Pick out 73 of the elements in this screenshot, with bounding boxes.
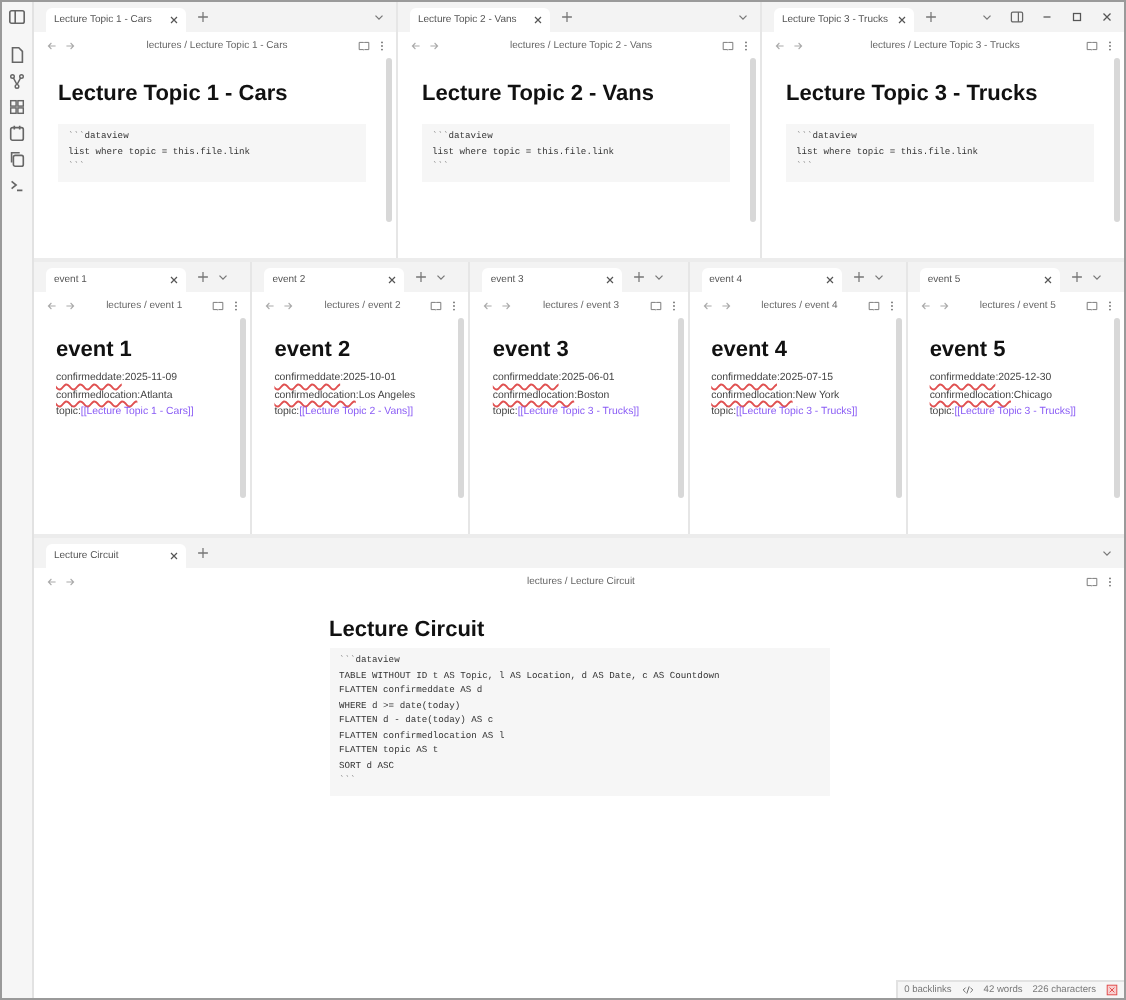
code-icon[interactable] [961, 984, 974, 996]
chevron-down-icon[interactable] [1100, 546, 1114, 560]
chevron-down-icon[interactable] [652, 270, 667, 284]
scrollbar[interactable] [750, 58, 756, 222]
close-icon[interactable] [532, 14, 544, 26]
note-title: event 1 [56, 338, 134, 362]
graph-icon[interactable] [8, 72, 26, 90]
plus-icon[interactable] [196, 270, 210, 284]
back-arrow-icon[interactable] [701, 299, 714, 311]
plus-icon[interactable] [196, 546, 210, 560]
terminal-icon[interactable] [8, 176, 26, 194]
close-icon[interactable] [1041, 274, 1054, 286]
plus-icon[interactable] [632, 270, 647, 284]
note-title: Lecture Topic 2 - Vans [422, 82, 656, 106]
copy-icon[interactable] [8, 150, 26, 168]
chevron-down-icon[interactable] [434, 270, 449, 284]
forward-arrow-icon[interactable] [428, 39, 440, 51]
plus-icon[interactable] [560, 10, 574, 24]
forward-arrow-icon[interactable] [719, 299, 732, 311]
close-icon[interactable] [1100, 10, 1114, 24]
forward-arrow-icon[interactable] [500, 299, 513, 311]
chevron-down-icon[interactable] [736, 10, 750, 24]
back-arrow-icon[interactable] [264, 299, 277, 311]
forward-arrow-icon[interactable] [937, 299, 950, 311]
chevron-down-icon[interactable] [1089, 270, 1104, 284]
note-title: Lecture Circuit [329, 618, 487, 642]
plus-icon[interactable] [924, 10, 938, 24]
chevron-down-icon[interactable] [372, 10, 386, 24]
chevron-down-icon[interactable] [980, 10, 994, 24]
scrollbar[interactable] [895, 318, 902, 498]
note-title: Lecture Topic 3 - Trucks [786, 82, 1040, 106]
plus-icon[interactable] [851, 270, 866, 284]
plus-icon[interactable] [414, 270, 429, 284]
close-icon[interactable] [168, 274, 180, 286]
scrollbar[interactable] [386, 58, 392, 222]
scrollbar[interactable] [1114, 318, 1121, 498]
back-arrow-icon[interactable] [774, 39, 786, 51]
sync-error-icon[interactable] [1106, 984, 1118, 996]
close-icon[interactable] [168, 14, 180, 26]
plus-icon[interactable] [196, 10, 210, 24]
back-arrow-icon[interactable] [410, 39, 422, 51]
calendar-icon[interactable] [8, 124, 26, 142]
note-title: event 4 [711, 338, 790, 362]
note-title: Lecture Topic 1 - Cars [58, 82, 290, 106]
close-icon[interactable] [386, 274, 399, 286]
back-arrow-icon[interactable] [919, 299, 932, 311]
back-arrow-icon[interactable] [46, 575, 58, 587]
close-icon[interactable] [604, 274, 617, 286]
note-title: event 5 [929, 338, 1008, 362]
sidebar-toggle-icon[interactable] [1010, 10, 1024, 24]
back-arrow-icon[interactable] [46, 39, 58, 51]
back-arrow-icon[interactable] [482, 299, 495, 311]
forward-arrow-icon[interactable] [282, 299, 295, 311]
back-arrow-icon[interactable] [46, 299, 58, 311]
close-icon[interactable] [823, 274, 836, 286]
chevron-down-icon[interactable] [871, 270, 886, 284]
forward-arrow-icon[interactable] [64, 39, 76, 51]
forward-arrow-icon[interactable] [64, 299, 76, 311]
scrollbar[interactable] [1114, 58, 1120, 222]
scrollbar[interactable] [677, 318, 684, 498]
chevron-down-icon[interactable] [216, 270, 230, 284]
forward-arrow-icon[interactable] [64, 575, 76, 587]
grid-icon[interactable] [8, 98, 26, 116]
maximize-icon[interactable] [1070, 10, 1084, 24]
sidebar-toggle-icon[interactable] [8, 8, 26, 26]
close-icon[interactable] [896, 14, 908, 26]
forward-arrow-icon[interactable] [792, 39, 804, 51]
plus-icon[interactable] [1069, 270, 1084, 284]
minimize-icon[interactable] [1040, 10, 1054, 24]
close-icon[interactable] [168, 550, 180, 562]
file-icon[interactable] [8, 46, 26, 64]
note-title: event 2 [274, 338, 353, 362]
note-title: event 3 [492, 338, 571, 362]
